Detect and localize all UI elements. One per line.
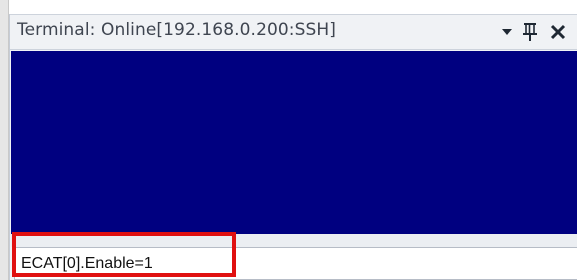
pane-title: Terminal: Online[192.168.0.200:SSH] [17,20,337,40]
terminal-window: Terminal: Online[192.168.0.200:SSH] [0,0,577,280]
chevron-down-icon [502,29,512,35]
pane-titlebar: Terminal: Online[192.168.0.200:SSH] [10,14,577,50]
pin-icon [523,23,537,41]
left-dock-rail [0,0,9,280]
terminal-output-text [11,51,577,59]
dropdown-button[interactable] [497,18,517,46]
terminal-pane: Terminal: Online[192.168.0.200:SSH] [9,14,577,280]
command-input[interactable] [14,247,577,280]
close-icon [550,24,566,40]
terminal-output-area[interactable] [11,51,577,234]
pin-button[interactable] [519,18,541,46]
close-button[interactable] [545,18,571,46]
pane-divider [11,234,577,247]
top-strip [0,0,577,14]
